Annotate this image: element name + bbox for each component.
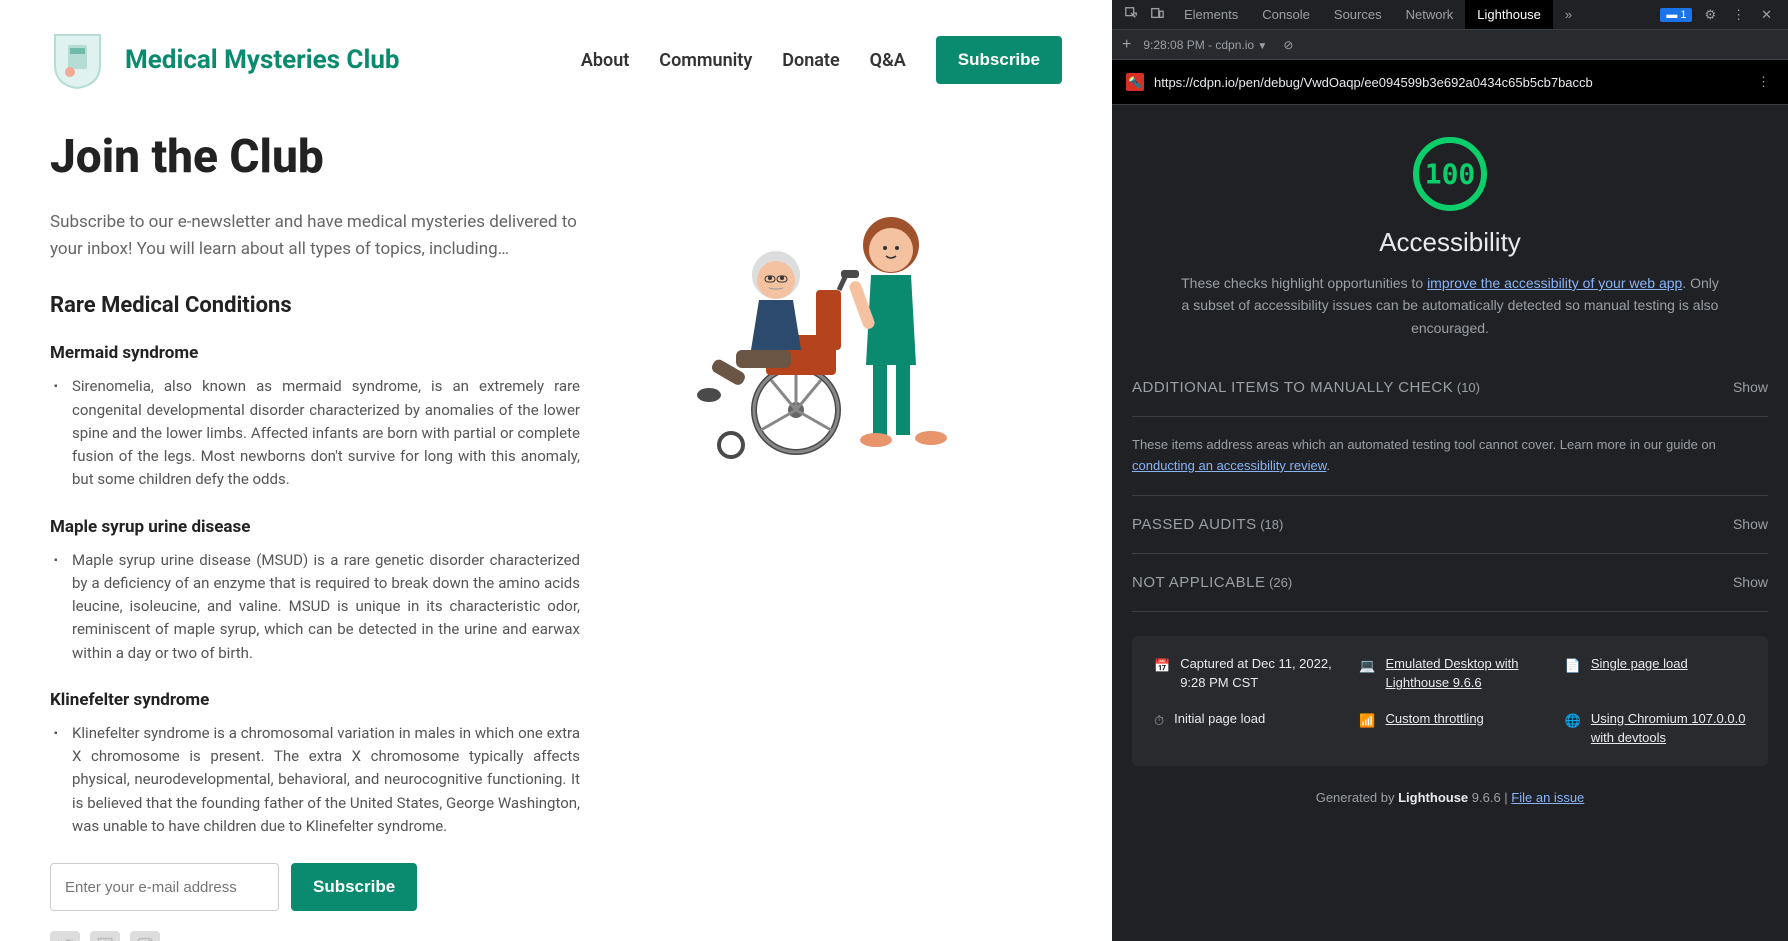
- section-manual-check[interactable]: ADDITIONAL ITEMS TO MANUALLY CHECK (10) …: [1132, 359, 1768, 417]
- device-icon[interactable]: [1146, 2, 1168, 27]
- meta-captured: 📅Captured at Dec 11, 2022, 9:28 PM CST: [1154, 654, 1335, 693]
- show-toggle[interactable]: Show: [1733, 379, 1768, 395]
- score-section: 100 Accessibility These checks highlight…: [1132, 105, 1768, 359]
- globe-icon: 🌐: [1565, 711, 1581, 731]
- category-description: These checks highlight opportunities to …: [1180, 272, 1720, 339]
- show-toggle[interactable]: Show: [1733, 516, 1768, 532]
- intro-text: Subscribe to our e-newsletter and have m…: [50, 209, 580, 263]
- page-icon: 📄: [1565, 656, 1581, 676]
- condition-body: Maple syrup urine disease (MSUD) is a ra…: [62, 549, 580, 665]
- website: Medical Mysteries Club About Community D…: [0, 0, 1112, 941]
- tab-more[interactable]: »: [1553, 0, 1584, 29]
- report-url: https://cdpn.io/pen/debug/VwdOaqp/ee0945…: [1154, 75, 1743, 90]
- condition-msud: Maple syrup urine disease Maple syrup ur…: [50, 517, 580, 665]
- condition-mermaid: Mermaid syndrome Sirenomelia, also known…: [50, 343, 580, 491]
- condition-title: Klinefelter syndrome: [50, 690, 580, 710]
- accessibility-link[interactable]: improve the accessibility of your web ap…: [1427, 275, 1682, 291]
- condition-body: Klinefelter syndrome is a chromosomal va…: [62, 722, 580, 838]
- condition-klinefelter: Klinefelter syndrome Klinefelter syndrom…: [50, 690, 580, 838]
- meta-throttling: 📶Custom throttling: [1359, 709, 1540, 748]
- nav-qa[interactable]: Q&A: [870, 50, 906, 71]
- close-icon[interactable]: ✕: [1757, 3, 1776, 27]
- twitch-icon[interactable]: [90, 931, 120, 941]
- report-footer: Generated by Lighthouse 9.6.6 | File an …: [1132, 790, 1768, 835]
- social-links: [50, 931, 580, 941]
- main-column: Join the Club Subscribe to our e-newslet…: [50, 130, 580, 941]
- section-heading: Rare Medical Conditions: [50, 293, 580, 318]
- hero-illustration: [620, 130, 1062, 941]
- brand: Medical Mysteries Club: [50, 30, 400, 90]
- score-gauge: 100: [1411, 135, 1489, 213]
- nav-donate[interactable]: Donate: [782, 50, 839, 71]
- url-more-icon[interactable]: ⋮: [1753, 70, 1774, 94]
- main-nav: About Community Donate Q&A Subscribe: [581, 36, 1062, 84]
- laptop-icon: 💻: [1359, 656, 1375, 676]
- lighthouse-logo-icon: 🔦: [1126, 73, 1144, 91]
- nav-community[interactable]: Community: [659, 50, 752, 71]
- review-link[interactable]: conducting an accessibility review: [1132, 458, 1326, 473]
- instagram-icon[interactable]: [130, 931, 160, 941]
- page-title: Join the Club: [50, 130, 580, 184]
- site-header: Medical Mysteries Club About Community D…: [50, 30, 1062, 90]
- settings-icon[interactable]: ⚙: [1700, 3, 1720, 27]
- inspect-icon[interactable]: [1120, 2, 1142, 27]
- more-icon[interactable]: ⋮: [1728, 3, 1749, 27]
- tab-network[interactable]: Network: [1394, 0, 1466, 29]
- condition-title: Mermaid syndrome: [50, 343, 580, 363]
- report-metadata: 📅Captured at Dec 11, 2022, 9:28 PM CST 💻…: [1132, 636, 1768, 766]
- condition-body: Sirenomelia, also known as mermaid syndr…: [62, 375, 580, 491]
- condition-title: Maple syrup urine disease: [50, 517, 580, 537]
- meta-initial-load: ⏱Initial page load: [1154, 709, 1335, 748]
- clear-icon[interactable]: ⊘: [1279, 34, 1297, 56]
- meta-device: 💻Emulated Desktop with Lighthouse 9.6.6: [1359, 654, 1540, 693]
- subscribe-button[interactable]: Subscribe: [936, 36, 1062, 84]
- subscribe-form: Subscribe: [50, 863, 580, 911]
- manual-check-note: These items address areas which an autom…: [1132, 417, 1768, 496]
- nav-about[interactable]: About: [581, 50, 629, 71]
- calendar-icon: 📅: [1154, 656, 1170, 676]
- content: Join the Club Subscribe to our e-newslet…: [50, 130, 1062, 941]
- lighthouse-toolbar: + 9:28:08 PM - cdpn.io ▼ ⊘: [1112, 30, 1788, 60]
- score-value: 100: [1425, 158, 1476, 191]
- tab-lighthouse[interactable]: Lighthouse: [1465, 0, 1553, 29]
- new-report-icon[interactable]: +: [1122, 36, 1131, 54]
- subscribe-submit-button[interactable]: Subscribe: [291, 863, 417, 911]
- tab-console[interactable]: Console: [1250, 0, 1322, 29]
- devtools-panel: Elements Console Sources Network Lightho…: [1112, 0, 1788, 941]
- network-icon: 📶: [1359, 711, 1375, 731]
- show-toggle[interactable]: Show: [1733, 574, 1768, 590]
- timer-icon: ⏱: [1154, 711, 1164, 731]
- email-input[interactable]: [50, 863, 279, 911]
- report-selector[interactable]: 9:28:08 PM - cdpn.io ▼: [1143, 38, 1267, 52]
- logo-icon: [50, 30, 105, 90]
- twitter-icon[interactable]: [50, 931, 80, 941]
- lighthouse-report[interactable]: 100 Accessibility These checks highlight…: [1112, 105, 1788, 941]
- meta-single-load: 📄Single page load: [1565, 654, 1746, 693]
- meta-chromium: 🌐Using Chromium 107.0.0.0 with devtools: [1565, 709, 1746, 748]
- file-issue-link[interactable]: File an issue: [1511, 790, 1584, 805]
- tab-sources[interactable]: Sources: [1322, 0, 1394, 29]
- category-title: Accessibility: [1132, 227, 1768, 258]
- section-not-applicable[interactable]: NOT APPLICABLE (26) Show: [1132, 554, 1768, 612]
- devtools-tabbar: Elements Console Sources Network Lightho…: [1112, 0, 1788, 30]
- issues-badge[interactable]: ▬ 1: [1660, 8, 1692, 22]
- tab-elements[interactable]: Elements: [1172, 0, 1250, 29]
- report-url-bar: 🔦 https://cdpn.io/pen/debug/VwdOaqp/ee09…: [1112, 60, 1788, 105]
- brand-name: Medical Mysteries Club: [125, 45, 400, 75]
- section-passed[interactable]: PASSED AUDITS (18) Show: [1132, 496, 1768, 554]
